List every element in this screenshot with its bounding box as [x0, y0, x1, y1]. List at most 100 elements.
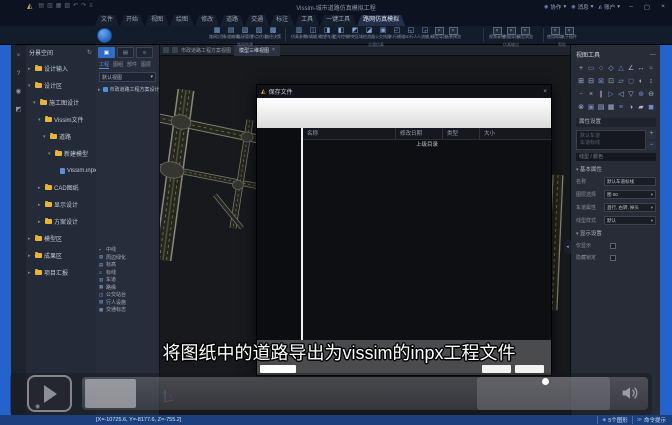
qat-icon[interactable]: ▦: [56, 0, 62, 13]
expand-arrow-icon[interactable]: ▸: [38, 202, 43, 208]
dialog-folder-nav[interactable]: [257, 128, 301, 340]
listbox-line[interactable]: 默认车道: [580, 133, 642, 140]
ribbon-button[interactable]: ▨ 节点优化: [252, 27, 266, 43]
rail-icon[interactable]: ◩: [13, 104, 24, 115]
field-input[interactable]: 直行, 右转, 掉头 ▾: [604, 203, 656, 212]
ribbon-button[interactable]: ◩ 冲突区域: [348, 27, 362, 43]
status-item[interactable]: ◈ 5个图形: [597, 416, 627, 424]
titlebar-menu[interactable]: ◉ 消息 ▾: [571, 3, 593, 11]
status-item[interactable]: ≫ 命令提示: [632, 416, 666, 424]
expand-arrow-icon[interactable]: ▸: [28, 236, 33, 242]
seek-bar[interactable]: [82, 377, 648, 410]
filter-row[interactable]: 线型 / 颜色: [576, 153, 656, 161]
ribbon-button[interactable]: × 视频录制: [490, 27, 504, 43]
expand-arrow-icon[interactable]: ▸: [28, 270, 33, 276]
view-tool-icon[interactable]: ⊖: [646, 88, 656, 101]
listbox-line[interactable]: 车道标线: [580, 140, 642, 147]
column-header[interactable]: 修改日期: [395, 128, 442, 139]
expand-arrow-icon[interactable]: ▾: [28, 83, 33, 89]
ribbon-button[interactable]: ◨ 期望车速: [320, 27, 334, 43]
view-tool-icon[interactable]: ▤: [596, 101, 606, 114]
view-tool-icon[interactable]: ▭: [586, 62, 596, 75]
panel-toolbar-button[interactable]: ▣: [98, 47, 115, 58]
view-tool-icon[interactable]: −: [576, 88, 586, 101]
minimize-panel-icon[interactable]: —: [650, 52, 656, 58]
expand-arrow-icon[interactable]: ▸: [38, 219, 43, 225]
ribbon-button[interactable]: ▩ 路径决策: [266, 27, 280, 43]
panel-tab[interactable]: 图组: [113, 61, 123, 69]
expand-arrow-icon[interactable]: ▸: [98, 87, 101, 93]
tree-node[interactable]: ▸ 成果区: [26, 247, 96, 264]
layer-item[interactable]: ▤ 标高: [99, 261, 157, 269]
view-tool-icon[interactable]: ⊞: [576, 75, 586, 88]
ribbon-button[interactable]: ◫ 车辆输入: [306, 27, 320, 43]
panel-collapse-handle[interactable]: ◂: [564, 240, 571, 254]
expand-arrow-icon[interactable]: ▾: [33, 100, 38, 106]
rail-icon[interactable]: ×: [13, 50, 24, 61]
panel-tab[interactable]: 图层: [141, 61, 151, 69]
ribbon-button[interactable]: ▥ 仿真参数: [292, 27, 306, 43]
ribbon-button[interactable]: ◧ 信号控制: [334, 27, 348, 43]
panel-toolbar-button[interactable]: ▤: [117, 47, 134, 58]
qat-icon[interactable]: ↶: [73, 0, 78, 13]
view-tool-icon[interactable]: ◐: [636, 75, 646, 88]
ribbon-button[interactable]: ▧ 连接管理: [238, 27, 252, 43]
view-tool-icon[interactable]: ▷: [606, 88, 616, 101]
rail-icon[interactable]: ◉: [13, 86, 24, 97]
expand-arrow-icon[interactable]: ▸: [28, 253, 33, 259]
view-tool-icon[interactable]: ▽: [626, 88, 636, 101]
ribbon-button[interactable]: ◲ 人流输入: [418, 27, 432, 43]
basic-properties-header[interactable]: 基本属性: [576, 165, 656, 173]
view-tool-icon[interactable]: ◇: [606, 62, 616, 75]
file-list[interactable]: 名称修改日期类型大小 上级目录: [303, 128, 551, 340]
view-tool-icon[interactable]: △: [616, 62, 626, 75]
expand-arrow-icon[interactable]: ▾: [43, 134, 48, 140]
ribbon-button[interactable]: × 使用帮助: [548, 27, 562, 43]
ribbon-button[interactable]: ◰ 人行横道: [390, 27, 404, 43]
tree-node[interactable]: ▸ 方案设计: [26, 213, 96, 230]
ribbon-tab[interactable]: 文件: [95, 15, 119, 26]
column-header[interactable]: 类型: [442, 128, 479, 139]
parent-directory-row[interactable]: 上级目录: [303, 140, 551, 150]
ribbon-button[interactable]: × 关于插件: [562, 27, 576, 43]
checkbox[interactable]: [610, 243, 616, 249]
filename-input[interactable]: [260, 365, 296, 373]
expand-arrow-icon[interactable]: ▾: [48, 151, 53, 157]
view-tool-icon[interactable]: ×: [586, 88, 596, 101]
qat-icon[interactable]: ≡: [89, 0, 93, 13]
view-tool-icon[interactable]: ≈: [646, 62, 656, 75]
dialog-resize-grip[interactable]: [542, 378, 549, 385]
layer-item[interactable]: ▥ 车道: [99, 276, 157, 284]
view-tool-icon[interactable]: ∠: [626, 62, 636, 75]
view-tool-icon[interactable]: ▰: [636, 101, 646, 114]
ribbon-button[interactable]: ▣ 公交线路: [376, 27, 390, 43]
ribbon-tab[interactable]: 道路: [220, 15, 244, 26]
ribbon-tab[interactable]: 标注: [270, 15, 294, 26]
tree-node[interactable]: ▾ 设计区: [26, 77, 96, 94]
dialog-title-bar[interactable]: ◭ 保存文件 ×: [257, 85, 551, 98]
play-button[interactable]: [27, 375, 72, 412]
rail-icon[interactable]: ?: [13, 68, 24, 79]
ribbon-tab[interactable]: 绘图: [170, 15, 194, 26]
add-button[interactable]: +: [647, 130, 656, 139]
view-tool-icon[interactable]: ○: [596, 62, 606, 75]
qat-icon[interactable]: ▤: [38, 0, 44, 13]
tree-node[interactable]: ▾ 新建模型: [26, 145, 96, 162]
field-input[interactable]: 默认 ▾: [604, 216, 656, 225]
view-tool-icon[interactable]: ≡: [616, 101, 626, 114]
ribbon-button[interactable]: ▦ 路网识别: [210, 27, 224, 43]
ribbon-button[interactable]: × 数据导出: [504, 27, 518, 43]
view-tool-icon[interactable]: ⊗: [576, 101, 586, 114]
refresh-icon[interactable]: ↻: [87, 49, 92, 56]
view-tool-icon[interactable]: ⊕: [636, 88, 646, 101]
start-simulation-button[interactable]: [97, 28, 112, 43]
tree-node[interactable]: ▾ 施工图设计: [26, 94, 96, 111]
ribbon-tab[interactable]: 一键工具: [320, 15, 356, 26]
tree-node[interactable]: ▸ CAD图纸: [26, 179, 96, 196]
view-dropdown[interactable]: 默认视图 ▾: [99, 72, 156, 82]
view-tool-icon[interactable]: ⊟: [586, 75, 596, 88]
panel-tab[interactable]: 部件: [127, 61, 137, 69]
maximize-button[interactable]: ▢: [642, 3, 652, 11]
canvas-icon[interactable]: [172, 47, 178, 53]
layer-item[interactable]: ▨ 周边绿化: [99, 254, 157, 262]
